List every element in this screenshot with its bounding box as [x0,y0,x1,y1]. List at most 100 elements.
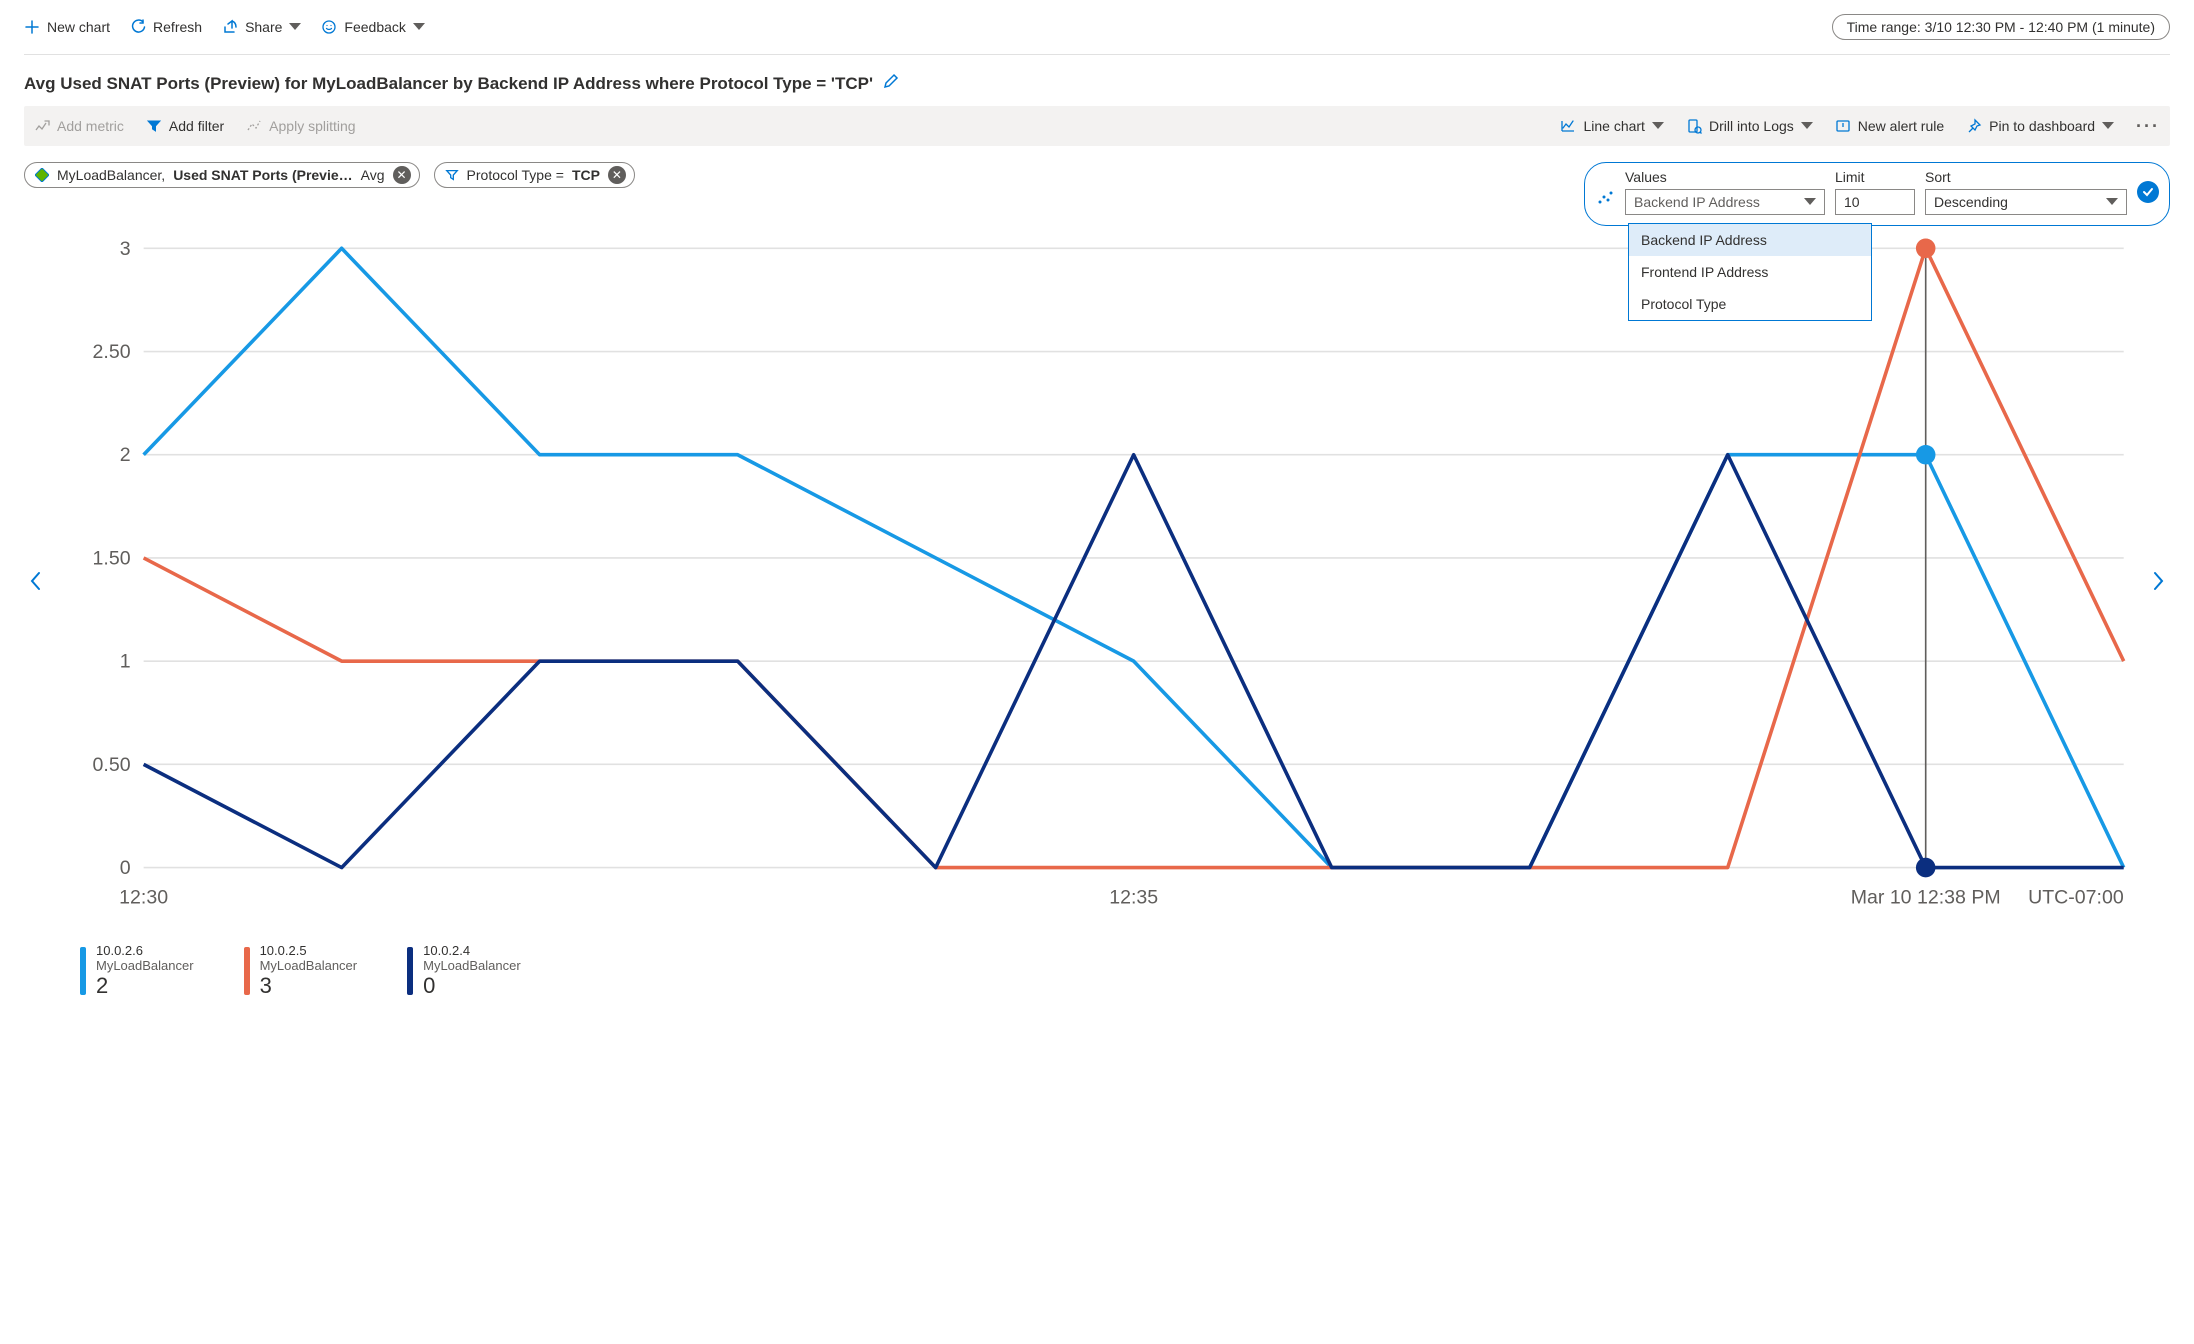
drill-logs-button[interactable]: Drill into Logs [1686,118,1813,134]
more-menu-button[interactable]: ··· [2136,116,2160,137]
chevron-down-icon [413,23,425,31]
metric-agg: Avg [361,167,385,183]
svg-text:2: 2 [120,444,131,466]
svg-text:12:35: 12:35 [1109,886,1158,908]
resource-icon [35,168,49,182]
limit-label: Limit [1835,169,1915,185]
legend: 10.0.2.6MyLoadBalancer210.0.2.5MyLoadBal… [80,943,2170,999]
add-metric-button[interactable]: Add metric [34,118,124,134]
values-selected: Backend IP Address [1634,194,1760,210]
time-range-pill[interactable]: Time range: 3/10 12:30 PM - 12:40 PM (1 … [1832,14,2170,40]
limit-input[interactable]: 10 [1835,189,1915,215]
new-chart-button[interactable]: New chart [24,19,110,35]
svg-text:12:30: 12:30 [119,886,168,908]
new-chart-label: New chart [47,19,110,35]
chevron-down-icon [2102,122,2114,130]
chart-type-button[interactable]: Line chart [1560,118,1663,134]
svg-text:0.50: 0.50 [93,754,131,776]
edit-icon[interactable] [883,73,899,94]
split-config-group: Values Backend IP Address Limit 10 Sort … [1584,162,2170,226]
refresh-label: Refresh [153,19,202,35]
chevron-down-icon [289,23,301,31]
line-chart[interactable]: 0 0.50 1 1.50 2 2.50 3 12:30 12:35 Mar 10 12:38 P… [54,232,2140,933]
values-option[interactable]: Frontend IP Address [1629,256,1871,288]
svg-text:Mar 10 12:38 PM: Mar 10 12:38 PM [1851,886,2001,908]
pin-dashboard-label: Pin to dashboard [1989,118,2095,134]
filter-icon [146,118,162,134]
new-alert-button[interactable]: New alert rule [1835,118,1944,134]
svg-text:3: 3 [120,238,131,260]
apply-splitting-label: Apply splitting [269,118,355,134]
svg-text:UTC-07:00: UTC-07:00 [2028,886,2124,908]
add-metric-icon [34,118,50,134]
legend-item[interactable]: 10.0.2.4MyLoadBalancer0 [407,943,521,999]
add-filter-button[interactable]: Add filter [146,118,224,134]
metric-resource: MyLoadBalancer, [57,167,165,183]
sort-label: Sort [1925,169,2127,185]
previous-timerange-button[interactable] [24,570,48,595]
refresh-button[interactable]: Refresh [130,19,202,35]
new-alert-label: New alert rule [1858,118,1944,134]
legend-series-name: 10.0.2.4 [423,943,521,958]
share-icon [222,19,238,35]
confirm-split-button[interactable] [2137,181,2159,203]
add-metric-label: Add metric [57,118,124,134]
svg-text:2.50: 2.50 [93,341,131,363]
logs-icon [1686,118,1702,134]
refresh-icon [130,19,146,35]
sort-value: Descending [1934,194,2008,210]
line-chart-icon [1560,118,1576,134]
chart-title: Avg Used SNAT Ports (Preview) for MyLoad… [24,74,873,94]
svg-text:1.50: 1.50 [93,547,131,569]
legend-series-name: 10.0.2.6 [96,943,194,958]
legend-item[interactable]: 10.0.2.5MyLoadBalancer3 [244,943,358,999]
feedback-button[interactable]: Feedback [321,19,424,35]
sort-select[interactable]: Descending [1925,189,2127,215]
remove-metric-button[interactable]: ✕ [393,166,411,184]
split-icon [246,118,262,134]
chevron-down-icon [1801,122,1813,130]
legend-series-name: 10.0.2.5 [260,943,358,958]
legend-current-value: 0 [423,973,521,999]
drill-logs-label: Drill into Logs [1709,118,1794,134]
legend-color-bar [407,947,413,995]
next-timerange-button[interactable] [2146,570,2170,595]
metric-name: Used SNAT Ports (Previe… [173,167,352,183]
legend-current-value: 3 [260,973,358,999]
add-filter-label: Add filter [169,118,224,134]
remove-filter-button[interactable]: ✕ [608,166,626,184]
metric-pill[interactable]: MyLoadBalancer, Used SNAT Ports (Previe…… [24,162,420,188]
legend-resource: MyLoadBalancer [423,958,521,973]
pin-icon [1966,118,1982,134]
legend-color-bar [244,947,250,995]
smile-icon [321,19,337,35]
filter-pill[interactable]: Protocol Type = TCP ✕ [434,162,635,188]
svg-text:0: 0 [120,857,131,879]
alert-icon [1835,118,1851,134]
legend-item[interactable]: 10.0.2.6MyLoadBalancer2 [80,943,194,999]
chart-type-label: Line chart [1583,118,1644,134]
plus-icon [24,19,40,35]
svg-text:1: 1 [120,651,131,673]
legend-resource: MyLoadBalancer [96,958,194,973]
values-option[interactable]: Backend IP Address [1629,224,1871,256]
filter-value: TCP [572,167,600,183]
chevron-down-icon [2106,198,2118,206]
values-select[interactable]: Backend IP Address [1625,189,1825,215]
legend-current-value: 2 [96,973,194,999]
limit-value: 10 [1844,194,1860,210]
pin-dashboard-button[interactable]: Pin to dashboard [1966,118,2114,134]
chevron-down-icon [1804,198,1816,206]
time-range-label: Time range: 3/10 12:30 PM - 12:40 PM (1 … [1847,19,2155,35]
values-label: Values [1625,169,1825,185]
feedback-label: Feedback [344,19,405,35]
apply-splitting-button[interactable]: Apply splitting [246,118,355,134]
legend-color-bar [80,947,86,995]
filter-label: Protocol Type = [467,167,564,183]
legend-resource: MyLoadBalancer [260,958,358,973]
share-label: Share [245,19,282,35]
values-option[interactable]: Protocol Type [1629,288,1871,320]
scatter-icon [1597,188,1615,209]
funnel-icon [445,168,459,182]
share-button[interactable]: Share [222,19,301,35]
